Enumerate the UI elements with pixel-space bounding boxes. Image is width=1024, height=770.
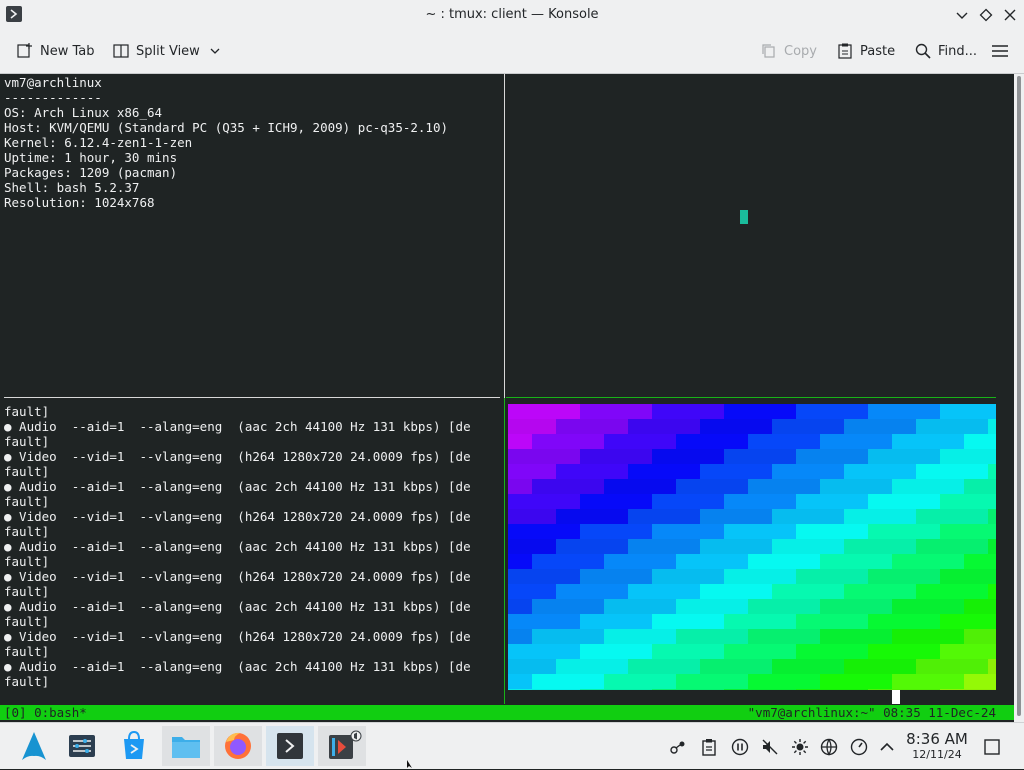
split-view-label: Split View	[136, 43, 200, 59]
terminal-line: ● Video --vid=1 --vlang=eng (h264 1280x7…	[4, 509, 471, 524]
window-title: ~ : tmux: client — Konsole	[425, 7, 599, 22]
new-tab-button[interactable]: New Tab	[16, 40, 95, 62]
terminal-line: fault]	[4, 674, 50, 689]
tmux-status-right: "vm7@archlinux:~" 08:35 11-Dec-24	[747, 705, 996, 720]
new-tab-icon	[17, 43, 32, 58]
file-manager-icon[interactable]	[162, 726, 210, 766]
terminal-line: ● Audio --aid=1 --alang=eng (aac 2ch 441…	[4, 419, 471, 434]
brightness-icon[interactable]	[790, 737, 810, 757]
split-view-icon	[113, 44, 129, 58]
copy-label: Copy	[784, 43, 817, 59]
pane-divider-horizontal-right[interactable]	[506, 397, 996, 398]
chevron-up-icon[interactable]	[877, 737, 897, 757]
terminal-line: ● Audio --aid=1 --alang=eng (aac 2ch 441…	[4, 599, 471, 614]
terminal-line: Kernel: 6.12.4-zen1-1-zen	[4, 135, 193, 150]
system-settings-icon[interactable]	[58, 726, 106, 766]
power-profile-icon[interactable]	[849, 737, 869, 757]
terminal-cursor-top-right	[740, 210, 748, 224]
terminal-line: ● Audio --aid=1 --alang=eng (aac 2ch 441…	[4, 539, 471, 554]
paste-button[interactable]: Paste	[836, 40, 895, 62]
network-share-icon[interactable]	[668, 737, 688, 757]
neofetch-output: vm7@archlinux ------------- OS: Arch Linux…	[4, 75, 448, 210]
copy-button[interactable]: Copy	[760, 40, 817, 62]
paste-label: Paste	[860, 43, 896, 59]
clock-time: 8:36 AM	[906, 730, 968, 748]
terminal-scrollbar[interactable]	[1014, 74, 1024, 722]
terminal-line: Packages: 1209 (pacman)	[4, 165, 178, 180]
media-player-icon[interactable]	[318, 726, 366, 766]
media-pause-icon[interactable]	[730, 737, 750, 757]
arch-launcher-icon[interactable]	[10, 726, 58, 766]
terminal-line: ● Video --vid=1 --vlang=eng (h264 1280x7…	[4, 449, 471, 464]
minimize-icon[interactable]	[952, 5, 972, 25]
terminal-cursor-video-pane	[892, 690, 900, 704]
close-icon[interactable]	[1000, 5, 1020, 25]
maximize-icon[interactable]	[976, 5, 996, 25]
network-icon[interactable]	[819, 737, 839, 757]
digital-clock[interactable]: 8:36 AM 12/11/24	[900, 730, 974, 762]
terminal-line: ● Audio --aid=1 --alang=eng (aac 2ch 441…	[4, 659, 471, 674]
split-view-button[interactable]: Split View	[112, 40, 228, 62]
konsole-icon[interactable]	[266, 726, 314, 766]
terminal-line: fault]	[4, 614, 50, 629]
mouse-pointer-icon	[407, 760, 412, 768]
firefox-icon[interactable]	[214, 726, 262, 766]
pane-divider-horizontal-left[interactable]	[4, 397, 500, 398]
search-icon	[915, 43, 931, 59]
volume-muted-icon[interactable]	[760, 737, 780, 757]
scrollbar-thumb[interactable]	[1017, 76, 1021, 716]
terminal-line: ● Video --vid=1 --vlang=eng (h264 1280x7…	[4, 569, 471, 584]
terminal-line: fault]	[4, 494, 50, 509]
terminal-line: Uptime: 1 hour, 30 mins	[4, 150, 178, 165]
konsole-toolbar: New Tab Split View Copy Paste Find...	[0, 30, 1024, 74]
terminal-line: fault]	[4, 464, 50, 479]
chevron-down-icon	[210, 48, 220, 54]
new-tab-label: New Tab	[40, 43, 95, 59]
terminal-line: fault]	[4, 524, 50, 539]
terminal-line: ● Audio --aid=1 --alang=eng (aac 2ch 441…	[4, 479, 471, 494]
tmux-status-bar: [0] 0:bash* "vm7@archlinux:~" 08:35 11-D…	[0, 705, 1014, 720]
discover-store-icon[interactable]	[110, 726, 158, 766]
window-titlebar: ~ : tmux: client — Konsole	[0, 0, 1024, 30]
video-playback-pane	[508, 404, 996, 690]
terminal-line: fault]	[4, 554, 50, 569]
terminal-line: fault]	[4, 644, 50, 659]
terminal-line: OS: Arch Linux x86_64	[4, 105, 163, 120]
terminal-line: fault]	[4, 584, 50, 599]
show-desktop-icon[interactable]	[982, 737, 1002, 757]
find-button[interactable]: Find...	[914, 40, 977, 62]
paste-icon	[838, 43, 852, 59]
terminal-line: vm7@archlinux	[4, 75, 102, 90]
mpv-track-list-output: fault] ● Audio --aid=1 --alang=eng (aac 2…	[4, 404, 500, 689]
terminal-line: -------------	[4, 90, 102, 105]
hamburger-menu-button[interactable]	[990, 40, 1016, 62]
taskbar: 8:36 AM 12/11/24	[0, 722, 1024, 769]
hamburger-menu-icon	[992, 45, 1008, 57]
pane-divider-vertical-active[interactable]	[504, 398, 505, 704]
video-frame-gradient	[508, 404, 996, 690]
copy-icon	[762, 44, 775, 58]
find-label: Find...	[938, 43, 978, 59]
terminal-line: Resolution: 1024x768	[4, 195, 155, 210]
terminal-line: Shell: bash 5.2.37	[4, 180, 140, 195]
tmux-window-list: [0] 0:bash*	[4, 705, 87, 720]
clock-date: 12/11/24	[912, 748, 962, 761]
terminal-line: fault]	[4, 404, 50, 419]
terminal-line: fault]	[4, 434, 50, 449]
terminal-line: Host: KVM/QEMU (Standard PC (Q35 + ICH9,…	[4, 120, 449, 135]
terminal-line: ● Video --vid=1 --vlang=eng (h264 1280x7…	[4, 629, 471, 644]
clipboard-icon[interactable]	[699, 737, 719, 757]
